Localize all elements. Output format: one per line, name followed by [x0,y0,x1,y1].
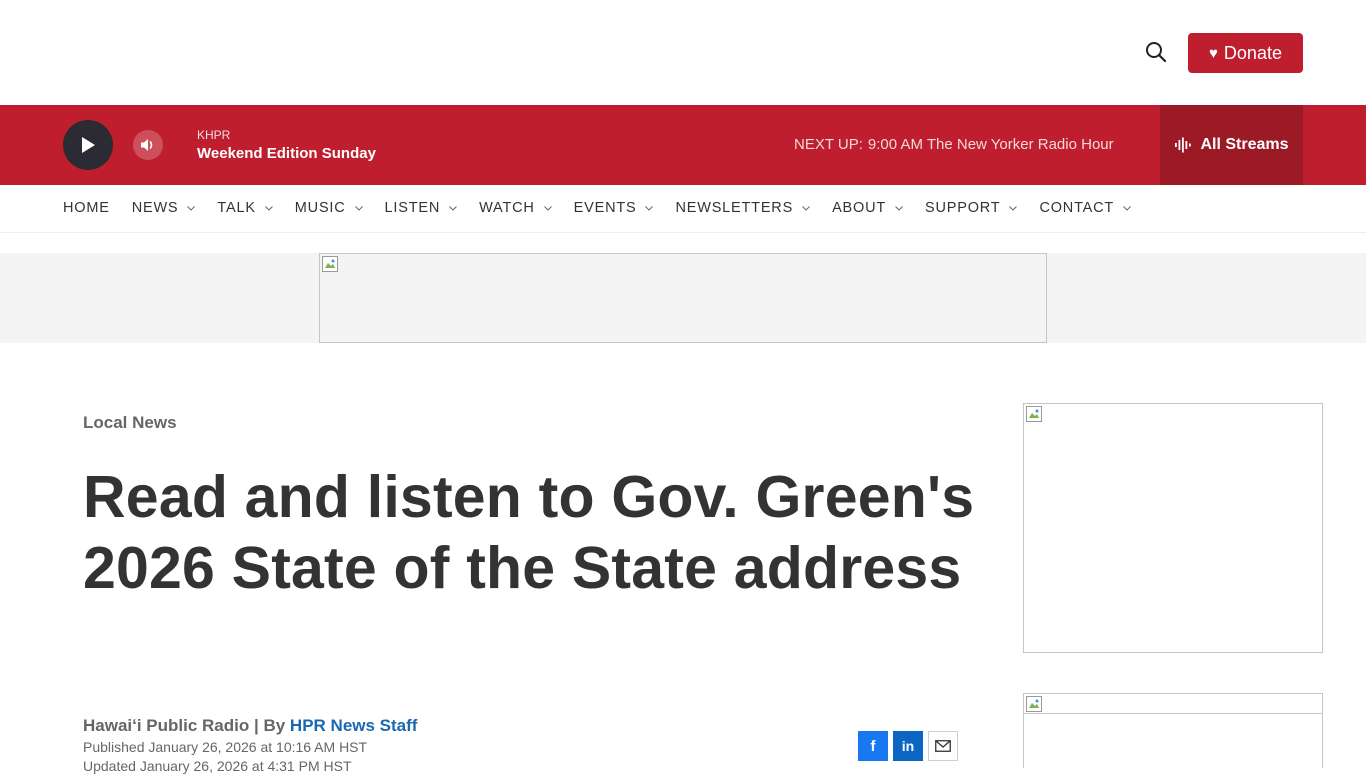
published-date: Published January 26, 2026 at 10:16 AM H… [83,739,368,755]
program-title: Weekend Edition Sunday [197,145,376,162]
live-player-bar: KHPR Weekend Edition Sunday NEXT UP: 9:00… [0,105,1366,185]
author-link[interactable]: HPR News Staff [290,716,418,735]
share-facebook-button[interactable]: f [858,731,888,761]
chevron-down-icon [449,205,457,211]
chevron-down-icon [802,205,810,211]
all-streams-button[interactable]: All Streams [1160,105,1303,185]
nav-item-newsletters[interactable]: NEWSLETTERS [675,200,810,216]
waveform-icon [1175,137,1192,153]
search-icon [1146,41,1167,62]
byline: Hawaiʻi Public Radio | By HPR News Staff [83,716,417,736]
nav-item-label: MUSIC [294,200,346,216]
chevron-down-icon [645,205,654,211]
broken-image-icon [1026,696,1042,712]
donate-button[interactable]: ♥ Donate [1188,33,1303,73]
chevron-down-icon [895,205,903,211]
updated-date: Updated January 26, 2026 at 4:31 PM HST [83,758,352,774]
next-up-time: 9:00 AM [867,136,923,153]
donate-label: Donate [1223,42,1282,63]
nav-item-label: CONTACT [1039,200,1115,216]
chevron-down-icon [354,205,363,211]
byline-source: Hawaiʻi Public Radio | By [83,716,290,735]
chevron-down-icon [1123,205,1131,211]
category-link[interactable]: Local News [83,413,177,433]
nav-item-label: NEWSLETTERS [675,200,794,216]
all-streams-label: All Streams [1200,136,1289,153]
ad-band [0,253,1366,343]
volume-icon [141,139,153,151]
volume-button[interactable] [133,130,163,160]
nav-item-label: SUPPORT [925,200,1001,216]
next-up-show: The New Yorker Radio Hour [926,136,1114,153]
next-up-label: NEXT UP: [794,136,863,153]
nav-item-label: NEWS [131,200,179,216]
nav-item-music[interactable]: MUSIC [295,200,363,216]
chevron-down-icon [543,205,552,211]
heart-icon: ♥ [1209,44,1218,62]
nav-item-watch[interactable]: WATCH [479,200,552,216]
search-button[interactable] [1143,40,1169,66]
site-header: ♥ Donate [0,0,1366,105]
chevron-down-icon [264,205,273,211]
email-icon [935,740,951,752]
nav-item-events[interactable]: EVENTS [574,200,654,216]
leaderboard-ad[interactable] [319,253,1047,343]
nav-item-news[interactable]: NEWS [132,200,196,216]
nav-item-label: EVENTS [573,200,637,216]
chevron-down-icon [187,205,196,211]
article-headline: Read and listen to Gov. Green's 2026 Sta… [83,464,975,601]
nav-item-label: HOME [63,200,110,216]
sidebar-ad-secondary[interactable] [1023,693,1323,768]
nav-item-contact[interactable]: CONTACT [1039,200,1131,216]
nav-item-label: LISTEN [384,200,441,216]
nav-item-label: ABOUT [832,200,887,216]
next-up[interactable]: NEXT UP: 9:00 AM The New Yorker Radio Hou… [794,136,1114,153]
broken-image-icon [322,256,338,272]
nav-item-about[interactable]: ABOUT [832,200,903,216]
linkedin-icon: in [901,738,915,754]
chevron-down-icon [1009,205,1018,211]
nav-item-home[interactable]: HOME [63,200,110,216]
nav-item-label: WATCH [479,200,535,216]
play-button[interactable] [63,120,113,170]
share-linkedin-button[interactable]: in [893,731,923,761]
nav-item-talk[interactable]: TALK [217,200,273,216]
nav-item-support[interactable]: SUPPORT [925,200,1018,216]
share-email-button[interactable] [928,731,958,761]
station-name: KHPR [197,128,231,142]
nav-item-listen[interactable]: LISTEN [385,200,458,216]
play-icon [82,137,95,153]
nav-item-label: TALK [217,200,256,216]
main-nav: HOME NEWS TALK MUSIC LISTEN WATCH EVENTS NEWSLE… [0,185,1366,233]
nav-list: HOME NEWS TALK MUSIC LISTEN WATCH EVENTS NEWSLE… [63,185,1153,231]
ad-image-frame [1024,694,1322,714]
sidebar-ad[interactable] [1023,403,1323,653]
broken-image-icon [1026,406,1042,422]
facebook-icon: f [870,737,876,755]
